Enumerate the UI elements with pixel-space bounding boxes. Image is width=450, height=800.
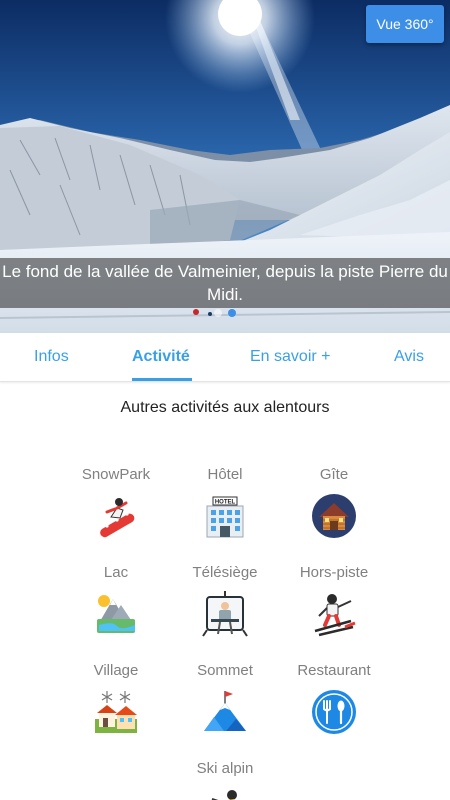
activity-label: Télésiège bbox=[192, 564, 258, 581]
restaurant-icon bbox=[312, 690, 356, 734]
activity-hotel[interactable]: Hôtel HOTEL bbox=[165, 465, 285, 539]
activity-label: Lac bbox=[103, 564, 129, 581]
tab-avis[interactable]: Avis bbox=[394, 333, 424, 382]
activity-label: Hôtel bbox=[207, 466, 243, 483]
chalet-icon bbox=[312, 494, 356, 538]
activity-telesiege[interactable]: Télésiège bbox=[165, 563, 285, 637]
activity-gite[interactable]: Gîte bbox=[274, 465, 394, 539]
activity-lac[interactable]: Lac bbox=[56, 563, 176, 637]
activity-snowpark[interactable]: SnowPark bbox=[56, 465, 176, 539]
chairlift-icon bbox=[202, 591, 248, 637]
activity-label: Gîte bbox=[319, 466, 349, 483]
svg-text:HOTEL: HOTEL bbox=[215, 500, 236, 506]
tab-infos[interactable]: Infos bbox=[34, 333, 69, 382]
activity-village[interactable]: Village bbox=[56, 661, 176, 735]
activity-label: Ski alpin bbox=[196, 760, 254, 777]
photo-caption: Le fond de la vallée de Valmeinier, depu… bbox=[0, 258, 450, 308]
summit-icon bbox=[204, 691, 246, 731]
lake-icon bbox=[97, 595, 135, 633]
hero-photo[interactable]: Vue 360° Le fond de la vallée de Valmein… bbox=[0, 0, 450, 333]
activity-ski-alpin[interactable]: Ski alpin bbox=[165, 759, 285, 800]
snowboarder-icon bbox=[100, 498, 135, 538]
hotel-icon: HOTEL bbox=[206, 496, 244, 538]
alpine-skier-icon bbox=[211, 790, 237, 800]
section-title: Autres activités aux alentours bbox=[120, 399, 330, 416]
offpiste-skier-icon bbox=[314, 594, 356, 637]
activity-label: SnowPark bbox=[81, 466, 151, 483]
activity-sommet[interactable]: Sommet bbox=[165, 661, 285, 735]
carousel-dot-active[interactable] bbox=[228, 309, 236, 317]
activity-hors-piste[interactable]: Hors-piste bbox=[274, 563, 394, 637]
carousel-dot[interactable] bbox=[214, 309, 222, 317]
activity-label: Restaurant bbox=[297, 662, 371, 679]
tab-en-savoir-plus[interactable]: En savoir + bbox=[250, 333, 330, 382]
tab-activite[interactable]: Activité bbox=[132, 333, 190, 382]
activity-restaurant[interactable]: Restaurant bbox=[274, 661, 394, 735]
active-tab-indicator bbox=[132, 378, 192, 381]
tab-bar: Infos Activité En savoir + Avis bbox=[0, 333, 450, 382]
view-360-button[interactable]: Vue 360° bbox=[366, 5, 444, 43]
activity-label: Hors-piste bbox=[299, 564, 369, 581]
carousel-indicator bbox=[0, 309, 450, 317]
village-icon bbox=[95, 691, 137, 733]
activity-label: Sommet bbox=[197, 662, 253, 679]
activity-label: Village bbox=[93, 662, 139, 679]
